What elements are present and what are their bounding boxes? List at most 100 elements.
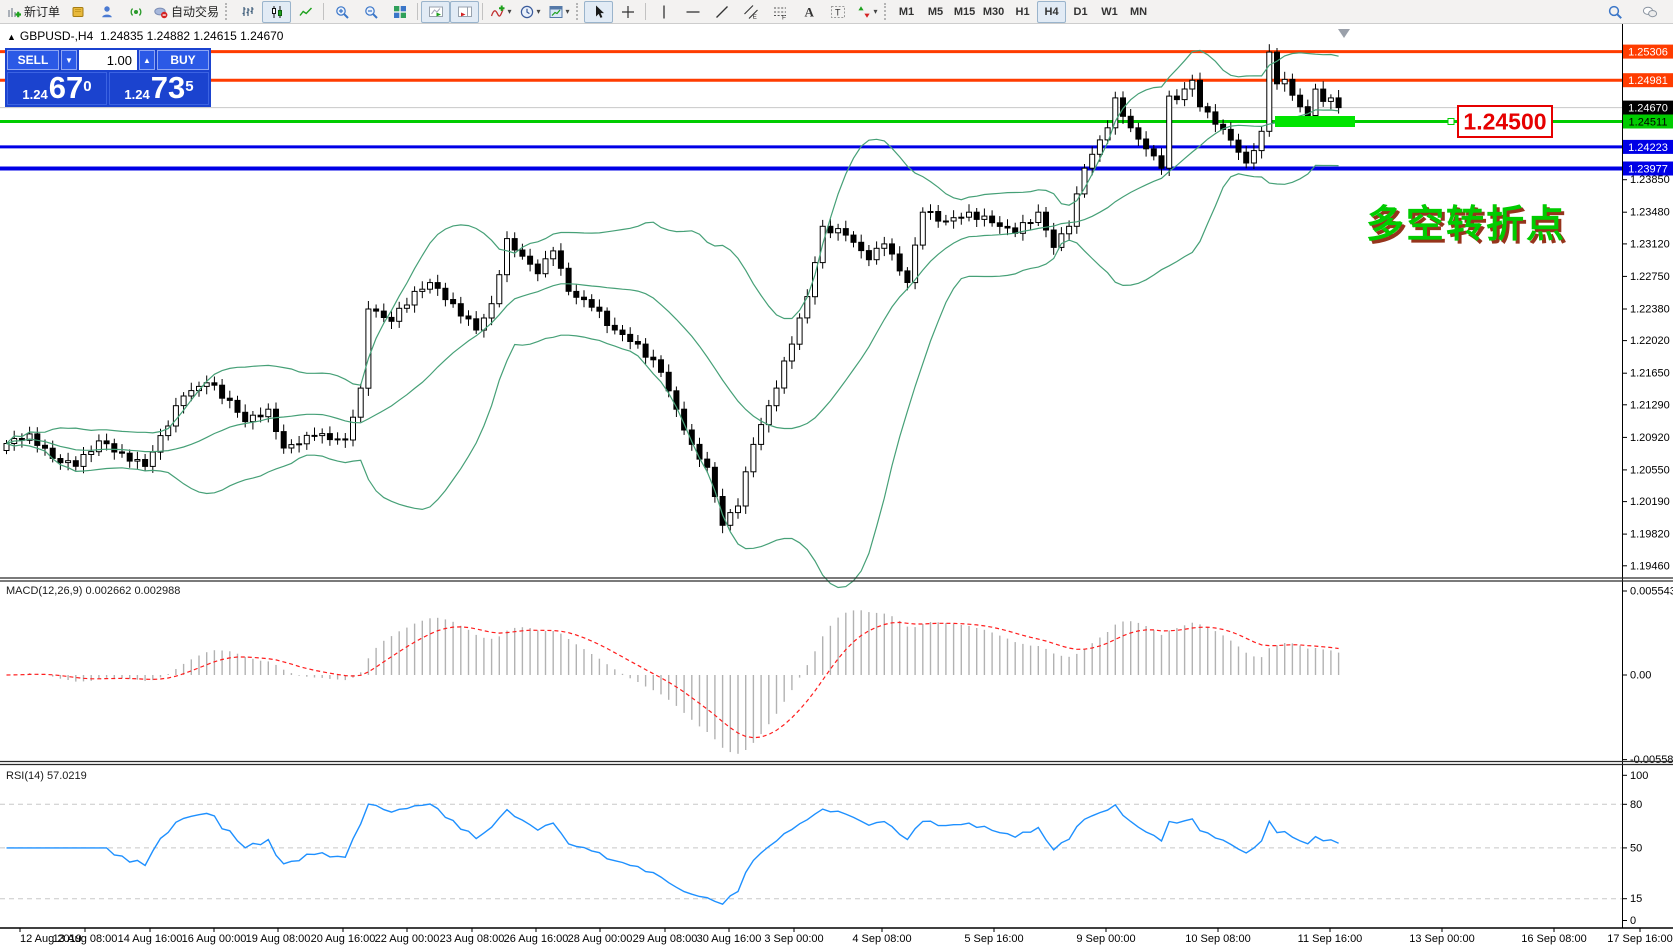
tile-windows-button[interactable]: [385, 1, 414, 23]
buy-price-pip: 5: [185, 78, 194, 95]
zoom-out-button[interactable]: [356, 1, 385, 23]
axis-tick-label: 1.23480: [1630, 207, 1670, 219]
time-tick-label: 17 Sep 16:00: [1607, 933, 1672, 945]
chevron-down-icon[interactable]: ▾: [508, 7, 512, 16]
axis-tick-label: 1.23120: [1630, 238, 1670, 250]
auto-scroll-icon: [428, 6, 443, 17]
axis-tick-label: 1.22380: [1630, 304, 1670, 316]
tf-h1[interactable]: H1: [1008, 1, 1037, 23]
tf-h4-label: H4: [1044, 5, 1059, 18]
axis-tick-label: 50: [1630, 842, 1642, 854]
chevron-down-icon[interactable]: ▾: [874, 7, 878, 16]
trendline-icon: [715, 5, 728, 18]
market-watch-button[interactable]: [63, 1, 92, 23]
time-tick-label: 23 Aug 08:00: [440, 933, 505, 945]
flag-anchor-handle[interactable]: [1447, 118, 1455, 125]
zoom-in-button[interactable]: [327, 1, 356, 23]
axis-tick-label: 1.23850: [1630, 174, 1670, 186]
sell-price-display[interactable]: 1.24 67 0: [7, 72, 107, 105]
templates-button[interactable]: ▾: [544, 1, 573, 23]
buy-price-display[interactable]: 1.24 73 5: [109, 72, 209, 105]
axis-tick-label: 1.21650: [1630, 368, 1670, 380]
time-tick-label: 26 Aug 16:00: [504, 933, 569, 945]
toolbar-grip[interactable]: [884, 3, 889, 20]
sell-button[interactable]: SELL: [7, 50, 59, 70]
cursor-button[interactable]: [584, 0, 614, 23]
new-order-icon: [8, 7, 21, 17]
rsi-value: 57.0219: [46, 770, 87, 782]
axis-tick-label: 1.19820: [1630, 529, 1670, 541]
book-icon: [72, 6, 84, 17]
buy-button[interactable]: BUY: [157, 50, 209, 70]
tf-m5[interactable]: M5: [921, 1, 950, 23]
autotrading-button-label: 自动交易: [171, 5, 220, 19]
axis-tick-label: 1.22020: [1630, 335, 1670, 347]
tf-mn-label: MN: [1129, 5, 1148, 18]
feedback-icon: [1642, 6, 1657, 17]
time-tick-label: 19 Aug 08:00: [246, 933, 311, 945]
axis-tick-label: 80: [1630, 799, 1642, 811]
text-label-button[interactable]: T: [823, 1, 852, 23]
time-tick-label: 4 Sep 08:00: [852, 933, 911, 945]
volume-decrease-button[interactable]: ▼: [61, 50, 77, 70]
time-tick-label: 16 Aug 00:00: [182, 933, 247, 945]
chart-shift-button[interactable]: [450, 0, 480, 23]
line-chart-button[interactable]: [291, 1, 320, 23]
tf-h4[interactable]: H4: [1037, 0, 1067, 23]
time-tick-label: 13 Aug 08:00: [53, 933, 118, 945]
vertical-line-button[interactable]: [649, 1, 678, 23]
one-click-trading-panel: SELL ▼ 1.00 ▲ BUY 1.24 67 0 1.24 73 5: [5, 48, 211, 107]
tf-m15[interactable]: M15: [950, 1, 979, 23]
svg-text:T: T: [835, 7, 841, 17]
feedback-button[interactable]: [1635, 1, 1664, 23]
tile-windows-icon: [393, 5, 406, 18]
autotrading-button[interactable]: 自动交易: [150, 1, 222, 23]
search-button[interactable]: [1600, 1, 1629, 23]
arrows-icon: [857, 5, 870, 18]
volume-increase-button[interactable]: ▲: [139, 50, 155, 70]
indicators-button[interactable]: ▾: [486, 1, 515, 23]
line-chart-icon: [298, 7, 312, 16]
text-icon: A: [804, 4, 814, 19]
candlestick-button[interactable]: [262, 0, 292, 23]
price-tag-label: 1.25306: [1628, 47, 1668, 59]
toolbar-grip[interactable]: [225, 3, 230, 20]
toolbar-grip[interactable]: [576, 3, 581, 20]
buy-price-main: 73: [150, 70, 186, 106]
toolbar-separator: [482, 3, 484, 20]
macd-signal-value: 0.002988: [134, 585, 181, 597]
text-button[interactable]: A: [794, 1, 823, 23]
volume-input[interactable]: 1.00: [79, 50, 137, 70]
experts-button[interactable]: [92, 1, 121, 23]
svg-text:E: E: [752, 13, 757, 20]
bar-chart-button[interactable]: [233, 1, 262, 23]
collapse-marker-icon[interactable]: ▲: [7, 32, 16, 42]
new-order-button[interactable]: 新订单: [3, 1, 63, 23]
tf-w1[interactable]: W1: [1095, 1, 1124, 23]
crosshair-button[interactable]: [613, 1, 642, 23]
tf-mn[interactable]: MN: [1124, 1, 1153, 23]
toolbar-separator: [417, 3, 419, 20]
buy-price-prefix: 1.24: [124, 87, 150, 102]
price-tag-label: 1.24511: [1629, 117, 1668, 129]
chart-title: ▲ GBPUSD-,H4 1.24835 1.24882 1.24615 1.24…: [7, 29, 283, 43]
chevron-down-icon[interactable]: ▾: [537, 7, 541, 16]
trendline-button[interactable]: [707, 1, 736, 23]
fibonacci-button[interactable]: F: [765, 1, 794, 23]
toolbar-separator: [645, 3, 647, 20]
tf-m30[interactable]: M30: [979, 1, 1008, 23]
auto-scroll-button[interactable]: [421, 0, 451, 23]
cursor-icon: [595, 5, 604, 18]
horizontal-line-button[interactable]: [678, 1, 707, 23]
tf-d1[interactable]: D1: [1066, 1, 1095, 23]
channel-button[interactable]: E: [736, 1, 765, 23]
periods-button[interactable]: ▾: [515, 1, 544, 23]
arrows-button[interactable]: ▾: [852, 1, 881, 23]
chart-canvas[interactable]: 1.245001.249501.245901.242201.238501.234…: [0, 0, 1673, 949]
zoom-out-icon: [364, 5, 378, 19]
autotrading-icon: [154, 7, 168, 18]
tf-m1[interactable]: M1: [892, 1, 921, 23]
chevron-down-icon[interactable]: ▾: [566, 7, 570, 16]
signals-button[interactable]: [121, 1, 150, 23]
axis-tick-label: 1.20550: [1630, 464, 1670, 476]
